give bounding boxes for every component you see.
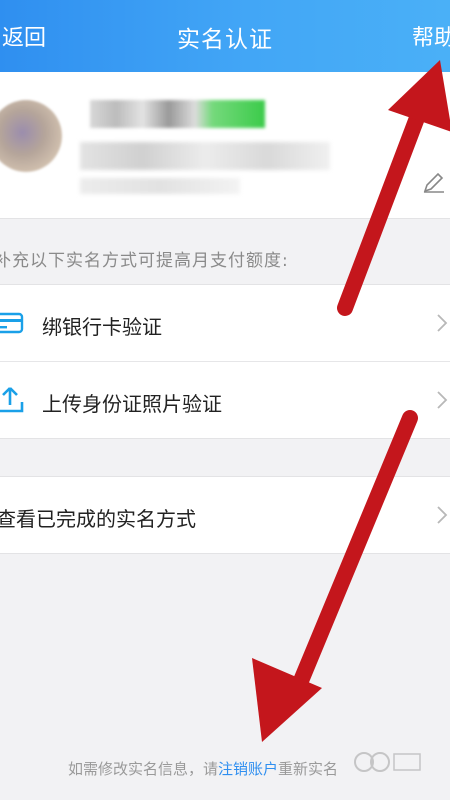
- view-completed-methods-item[interactable]: 查看已完成的实名方式: [0, 477, 450, 553]
- upload-id-photo-item[interactable]: 上传身份证照片验证: [0, 361, 450, 438]
- completed-methods-list: 查看已完成的实名方式: [0, 476, 450, 554]
- section-tip: 补充以下实名方式可提高月支付额度:: [0, 251, 289, 271]
- upload-id-photo-label: 上传身份证照片验证: [42, 392, 222, 416]
- profile-card: [0, 72, 450, 219]
- pencil-icon[interactable]: [422, 170, 446, 194]
- bind-bank-card-label: 绑银行卡验证: [42, 315, 162, 339]
- bind-bank-card-item[interactable]: 绑银行卡验证: [0, 285, 450, 361]
- verification-methods-list: 绑银行卡验证 上传身份证照片验证: [0, 284, 450, 439]
- cancel-account-link[interactable]: 注销账户: [218, 760, 278, 778]
- pixelated-account-detail: [80, 178, 240, 194]
- pixelated-account-info: [80, 142, 330, 170]
- page-title: 实名认证: [177, 27, 273, 53]
- footer-suffix: 重新实名: [278, 760, 339, 778]
- footer-prefix: 如需修改实名信息，请: [68, 760, 219, 778]
- footer-note: 如需修改实名信息，请注销账户重新实名: [68, 758, 338, 779]
- upload-icon: [0, 387, 24, 413]
- help-button[interactable]: 帮助: [412, 20, 450, 52]
- watermark-logo: [354, 752, 421, 772]
- avatar: [0, 100, 62, 172]
- pixelated-user-name: [90, 100, 265, 128]
- bank-card-icon: [0, 312, 24, 334]
- view-completed-methods-label: 查看已完成的实名方式: [0, 507, 196, 531]
- top-navigation-bar: 返回 实名认证 帮助: [0, 0, 450, 72]
- chevron-right-icon: [437, 506, 448, 524]
- chevron-right-icon: [437, 391, 448, 409]
- chevron-right-icon: [437, 314, 448, 332]
- red-arrow-down-to-footer: [252, 410, 418, 742]
